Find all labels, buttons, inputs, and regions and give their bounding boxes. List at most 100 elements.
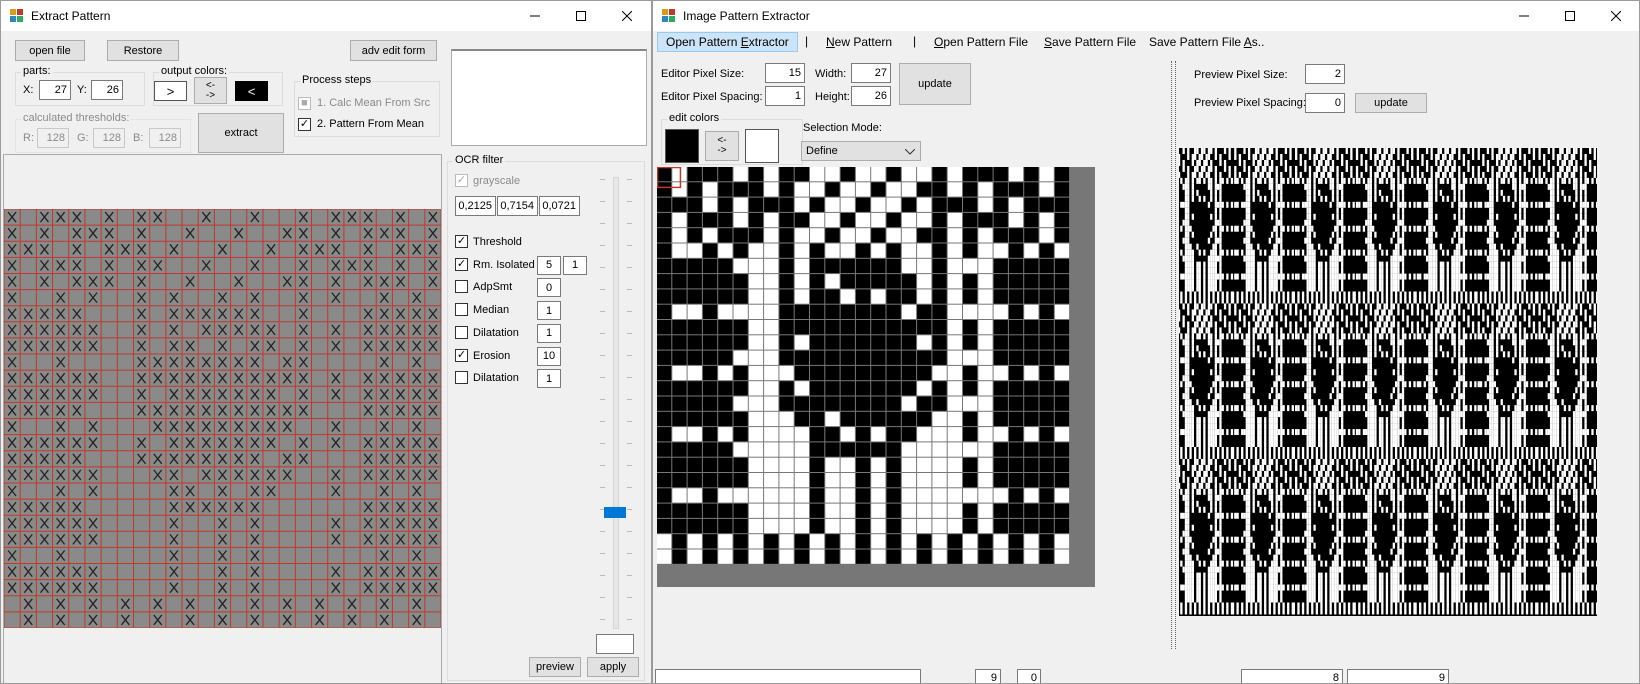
pattern-cell[interactable] bbox=[810, 258, 825, 274]
pattern-cell[interactable] bbox=[932, 243, 947, 258]
pattern-cell[interactable] bbox=[1039, 427, 1054, 442]
pattern-cell[interactable] bbox=[1008, 365, 1024, 381]
pattern-cell[interactable] bbox=[1024, 243, 1039, 258]
pattern-cell[interactable] bbox=[794, 427, 809, 442]
pattern-cell[interactable] bbox=[963, 212, 978, 228]
pattern-cell[interactable] bbox=[672, 350, 687, 365]
pattern-cell[interactable] bbox=[657, 289, 672, 304]
pattern-cell[interactable] bbox=[794, 396, 809, 411]
pattern-cell[interactable] bbox=[1039, 473, 1054, 488]
pattern-cell[interactable] bbox=[657, 411, 672, 427]
pattern-cell[interactable] bbox=[1024, 488, 1039, 503]
pattern-cell[interactable] bbox=[947, 503, 962, 518]
pattern-cell[interactable] bbox=[1024, 381, 1039, 396]
pattern-cell[interactable] bbox=[1039, 182, 1054, 197]
pattern-cell[interactable] bbox=[963, 518, 978, 534]
step2-checkbox[interactable]: ✓ bbox=[298, 118, 311, 131]
pattern-cell[interactable] bbox=[963, 427, 978, 442]
pattern-cell[interactable] bbox=[733, 549, 748, 564]
pattern-cell[interactable] bbox=[947, 304, 962, 319]
pattern-cell[interactable] bbox=[764, 197, 779, 212]
pattern-cell[interactable] bbox=[871, 167, 886, 182]
pattern-cell[interactable] bbox=[1024, 258, 1039, 274]
filter-checkbox[interactable]: ✓ bbox=[455, 348, 468, 362]
pattern-cell[interactable] bbox=[855, 442, 871, 457]
pattern-cell[interactable] bbox=[993, 212, 1008, 228]
pattern-cell[interactable] bbox=[917, 228, 932, 243]
pattern-cell[interactable] bbox=[748, 304, 764, 319]
pattern-cell[interactable] bbox=[1039, 212, 1054, 228]
pattern-cell[interactable] bbox=[657, 396, 672, 411]
pattern-cell[interactable] bbox=[871, 365, 886, 381]
pattern-cell[interactable] bbox=[963, 503, 978, 518]
pattern-cell[interactable] bbox=[733, 518, 748, 534]
pattern-cell[interactable] bbox=[1054, 289, 1070, 304]
pattern-cell[interactable] bbox=[810, 274, 825, 289]
pattern-cell[interactable] bbox=[978, 197, 993, 212]
pattern-cell[interactable] bbox=[810, 304, 825, 319]
pattern-cell[interactable] bbox=[840, 320, 855, 335]
filter-value-input[interactable]: 1 bbox=[537, 369, 561, 389]
pattern-cell[interactable] bbox=[764, 320, 779, 335]
pattern-cell[interactable] bbox=[1054, 411, 1070, 427]
pattern-cell[interactable] bbox=[687, 381, 702, 396]
pattern-cell[interactable] bbox=[672, 167, 687, 182]
pattern-cell[interactable] bbox=[871, 274, 886, 289]
pattern-cell[interactable] bbox=[947, 350, 962, 365]
pattern-cell[interactable] bbox=[1054, 442, 1070, 457]
pattern-cell[interactable] bbox=[871, 488, 886, 503]
pattern-cell[interactable] bbox=[917, 212, 932, 228]
pattern-cell[interactable] bbox=[733, 258, 748, 274]
pattern-cell[interactable] bbox=[810, 442, 825, 457]
pattern-cell[interactable] bbox=[794, 320, 809, 335]
pattern-cell[interactable] bbox=[993, 473, 1008, 488]
pattern-cell[interactable] bbox=[993, 549, 1008, 564]
pattern-cell[interactable] bbox=[1024, 534, 1039, 549]
pattern-cell[interactable] bbox=[825, 182, 840, 197]
pattern-cell[interactable] bbox=[1024, 167, 1039, 182]
pattern-cell[interactable] bbox=[702, 167, 718, 182]
pattern-cell[interactable] bbox=[1008, 518, 1024, 534]
pattern-cell[interactable] bbox=[702, 396, 718, 411]
pattern-cell[interactable] bbox=[794, 212, 809, 228]
pattern-cell[interactable] bbox=[932, 442, 947, 457]
pattern-cell[interactable] bbox=[886, 503, 901, 518]
pattern-cell[interactable] bbox=[748, 258, 764, 274]
pattern-cell[interactable] bbox=[963, 197, 978, 212]
selection-mode-dropdown[interactable]: Define bbox=[801, 141, 921, 161]
pattern-cell[interactable] bbox=[1039, 304, 1054, 319]
pattern-cell[interactable] bbox=[978, 212, 993, 228]
pattern-cell[interactable] bbox=[932, 335, 947, 350]
pattern-cell[interactable] bbox=[657, 534, 672, 549]
pattern-cell[interactable] bbox=[672, 442, 687, 457]
pattern-cell[interactable] bbox=[779, 243, 794, 258]
pattern-cell[interactable] bbox=[1054, 427, 1070, 442]
filter-checkbox[interactable] bbox=[455, 303, 468, 317]
pattern-cell[interactable] bbox=[733, 427, 748, 442]
pattern-cell[interactable] bbox=[993, 427, 1008, 442]
pattern-cell[interactable] bbox=[886, 411, 901, 427]
pattern-cell[interactable] bbox=[855, 304, 871, 319]
pattern-cell[interactable] bbox=[1008, 396, 1024, 411]
pattern-cell[interactable] bbox=[794, 365, 809, 381]
pattern-cell[interactable] bbox=[840, 197, 855, 212]
pattern-cell[interactable] bbox=[687, 350, 702, 365]
pattern-cell[interactable] bbox=[764, 182, 779, 197]
pattern-cell[interactable] bbox=[947, 243, 962, 258]
pattern-cell[interactable] bbox=[917, 335, 932, 350]
pattern-cell[interactable] bbox=[901, 243, 917, 258]
pattern-cell[interactable] bbox=[672, 549, 687, 564]
pattern-cell[interactable] bbox=[779, 350, 794, 365]
pattern-cell[interactable] bbox=[748, 534, 764, 549]
filter-value-input[interactable]: 1 bbox=[537, 323, 561, 343]
pattern-cell[interactable] bbox=[978, 350, 993, 365]
pattern-cell[interactable] bbox=[947, 320, 962, 335]
pattern-cell[interactable] bbox=[718, 335, 733, 350]
pattern-cell[interactable] bbox=[855, 320, 871, 335]
pattern-cell[interactable] bbox=[672, 258, 687, 274]
filter-value-input[interactable]: 5 bbox=[537, 255, 561, 275]
pattern-cell[interactable] bbox=[702, 197, 718, 212]
pattern-cell[interactable] bbox=[825, 335, 840, 350]
pattern-cell[interactable] bbox=[947, 457, 962, 472]
pattern-cell[interactable] bbox=[1054, 335, 1070, 350]
